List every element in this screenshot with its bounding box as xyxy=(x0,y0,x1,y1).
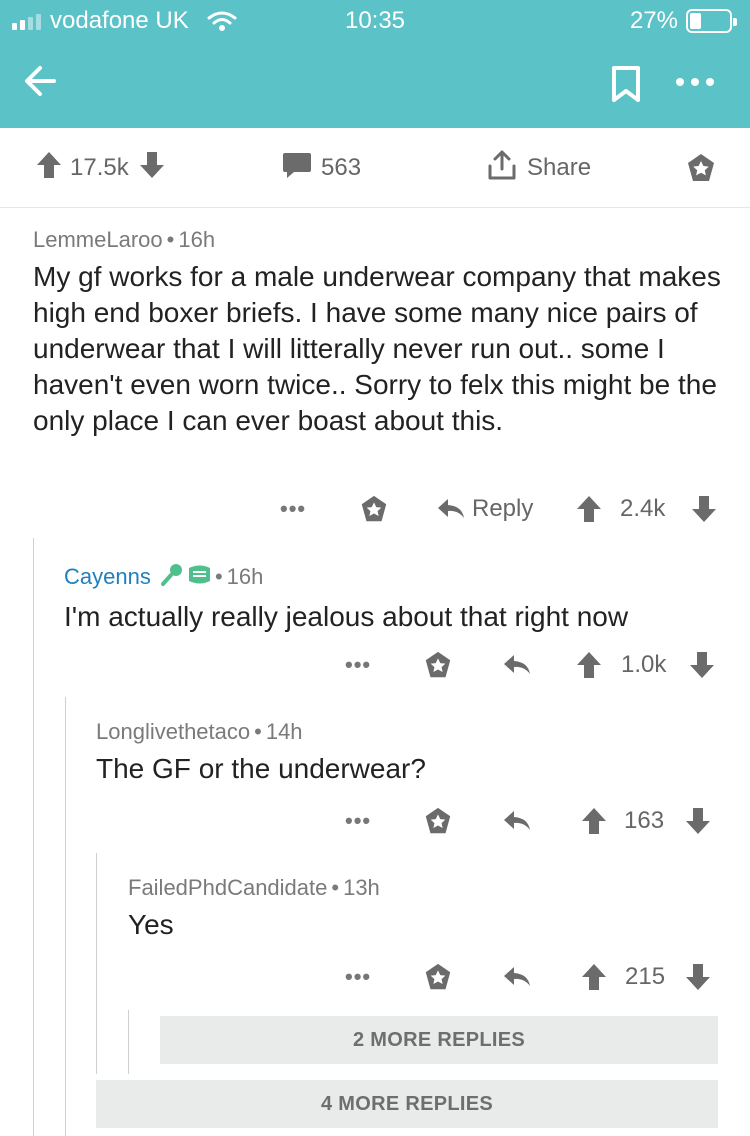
back-arrow-icon[interactable] xyxy=(20,60,62,102)
more-options-icon[interactable]: ••• xyxy=(345,645,371,685)
award-icon[interactable] xyxy=(422,957,454,997)
user-flair-icons xyxy=(160,563,211,593)
bookmark-icon[interactable] xyxy=(608,64,644,104)
comment-score: 1.0k xyxy=(621,651,667,678)
more-replies-button[interactable]: 4 MORE REPLIES xyxy=(96,1080,718,1128)
comments-button[interactable]: 563 xyxy=(282,128,361,208)
reply-icon[interactable] xyxy=(502,801,532,841)
comment-score: 215 xyxy=(625,963,666,990)
comment-meta: FailedPhdCandidate • 13h xyxy=(128,875,380,900)
comment-author[interactable]: LemmeLaroo xyxy=(33,227,163,252)
post-score: 17.5k xyxy=(70,154,129,181)
comment-author[interactable]: Longlivethetaco xyxy=(96,719,250,744)
microphone-icon xyxy=(160,564,182,586)
award-icon[interactable] xyxy=(358,489,390,529)
comment-body: Yes xyxy=(128,909,174,940)
upvote-icon[interactable] xyxy=(576,489,602,529)
comment-actions: ••• 163 xyxy=(0,801,750,841)
share-icon xyxy=(486,149,518,188)
comment-actions: ••• 215 xyxy=(0,957,750,997)
upvote-icon[interactable] xyxy=(581,801,607,841)
comment: FailedPhdCandidate • 13h Yes xyxy=(128,875,728,943)
app-header: vodafone UK 10:35 27% xyxy=(0,0,750,128)
thread-line xyxy=(65,697,66,1136)
more-options-icon[interactable] xyxy=(672,70,718,94)
downvote-icon[interactable] xyxy=(139,150,165,187)
reply-icon[interactable] xyxy=(502,957,532,997)
status-bar: vodafone UK 10:35 27% xyxy=(0,0,750,40)
comment-body: My gf works for a male underwear company… xyxy=(33,261,721,436)
post-vote-group: 17.5k xyxy=(36,128,165,208)
award-icon[interactable] xyxy=(422,801,454,841)
comment-body: The GF or the underwear? xyxy=(96,753,426,784)
comment-age: 14h xyxy=(265,719,303,744)
upvote-icon[interactable] xyxy=(36,150,62,187)
comment: Cayenns • 16h I'm actually really jealous… xyxy=(64,563,724,635)
comment-body: I'm actually really jealous about that r… xyxy=(64,601,629,632)
share-label: Share xyxy=(527,154,592,181)
comment-age: 16h xyxy=(178,227,216,252)
upvote-icon[interactable] xyxy=(581,957,607,997)
post-action-bar: 17.5k 563 Share xyxy=(0,128,750,208)
downvote-icon[interactable] xyxy=(685,957,711,997)
comment-actions: ••• 1.0k xyxy=(0,645,750,685)
comment-meta: Longlivethetaco • 14h xyxy=(96,719,303,744)
comment-author[interactable]: Cayenns xyxy=(64,564,151,589)
more-replies-button[interactable]: 2 MORE REPLIES xyxy=(160,1016,718,1064)
downvote-icon[interactable] xyxy=(691,489,717,529)
comment-meta: Cayenns • 16h xyxy=(64,563,724,593)
reply-button[interactable]: Reply xyxy=(436,489,533,529)
comment: Longlivethetaco • 14h The GF or the underw… xyxy=(96,719,726,787)
thread-line xyxy=(128,1010,129,1074)
comment-age: 16h xyxy=(226,564,264,589)
battery-percentage: 27% xyxy=(629,7,678,34)
comment-score: 2.4k xyxy=(620,495,666,522)
reply-label: Reply xyxy=(472,495,534,522)
more-options-icon[interactable]: ••• xyxy=(280,489,306,529)
comment-age: 13h xyxy=(343,875,380,900)
reply-icon[interactable] xyxy=(502,645,532,685)
award-icon[interactable] xyxy=(422,645,454,685)
downvote-icon[interactable] xyxy=(685,801,711,841)
comment: LemmeLaroo • 16h My gf works for a male un… xyxy=(33,227,723,439)
downvote-icon[interactable] xyxy=(689,645,715,685)
more-options-icon[interactable]: ••• xyxy=(345,801,371,841)
comment-author[interactable]: FailedPhdCandidate xyxy=(128,875,327,900)
upvote-icon[interactable] xyxy=(576,645,602,685)
award-icon[interactable] xyxy=(684,128,718,208)
comment-bubble-icon xyxy=(282,151,312,186)
share-button[interactable]: Share xyxy=(486,128,591,208)
more-options-icon[interactable]: ••• xyxy=(345,957,371,997)
comment-meta: LemmeLaroo • 16h xyxy=(33,227,216,252)
comment-count: 563 xyxy=(321,154,362,181)
comment-actions: ••• Reply 2.4k xyxy=(0,489,750,529)
chat-flair-icon xyxy=(188,565,210,584)
comment-score: 163 xyxy=(624,807,665,834)
battery-icon xyxy=(686,9,737,33)
